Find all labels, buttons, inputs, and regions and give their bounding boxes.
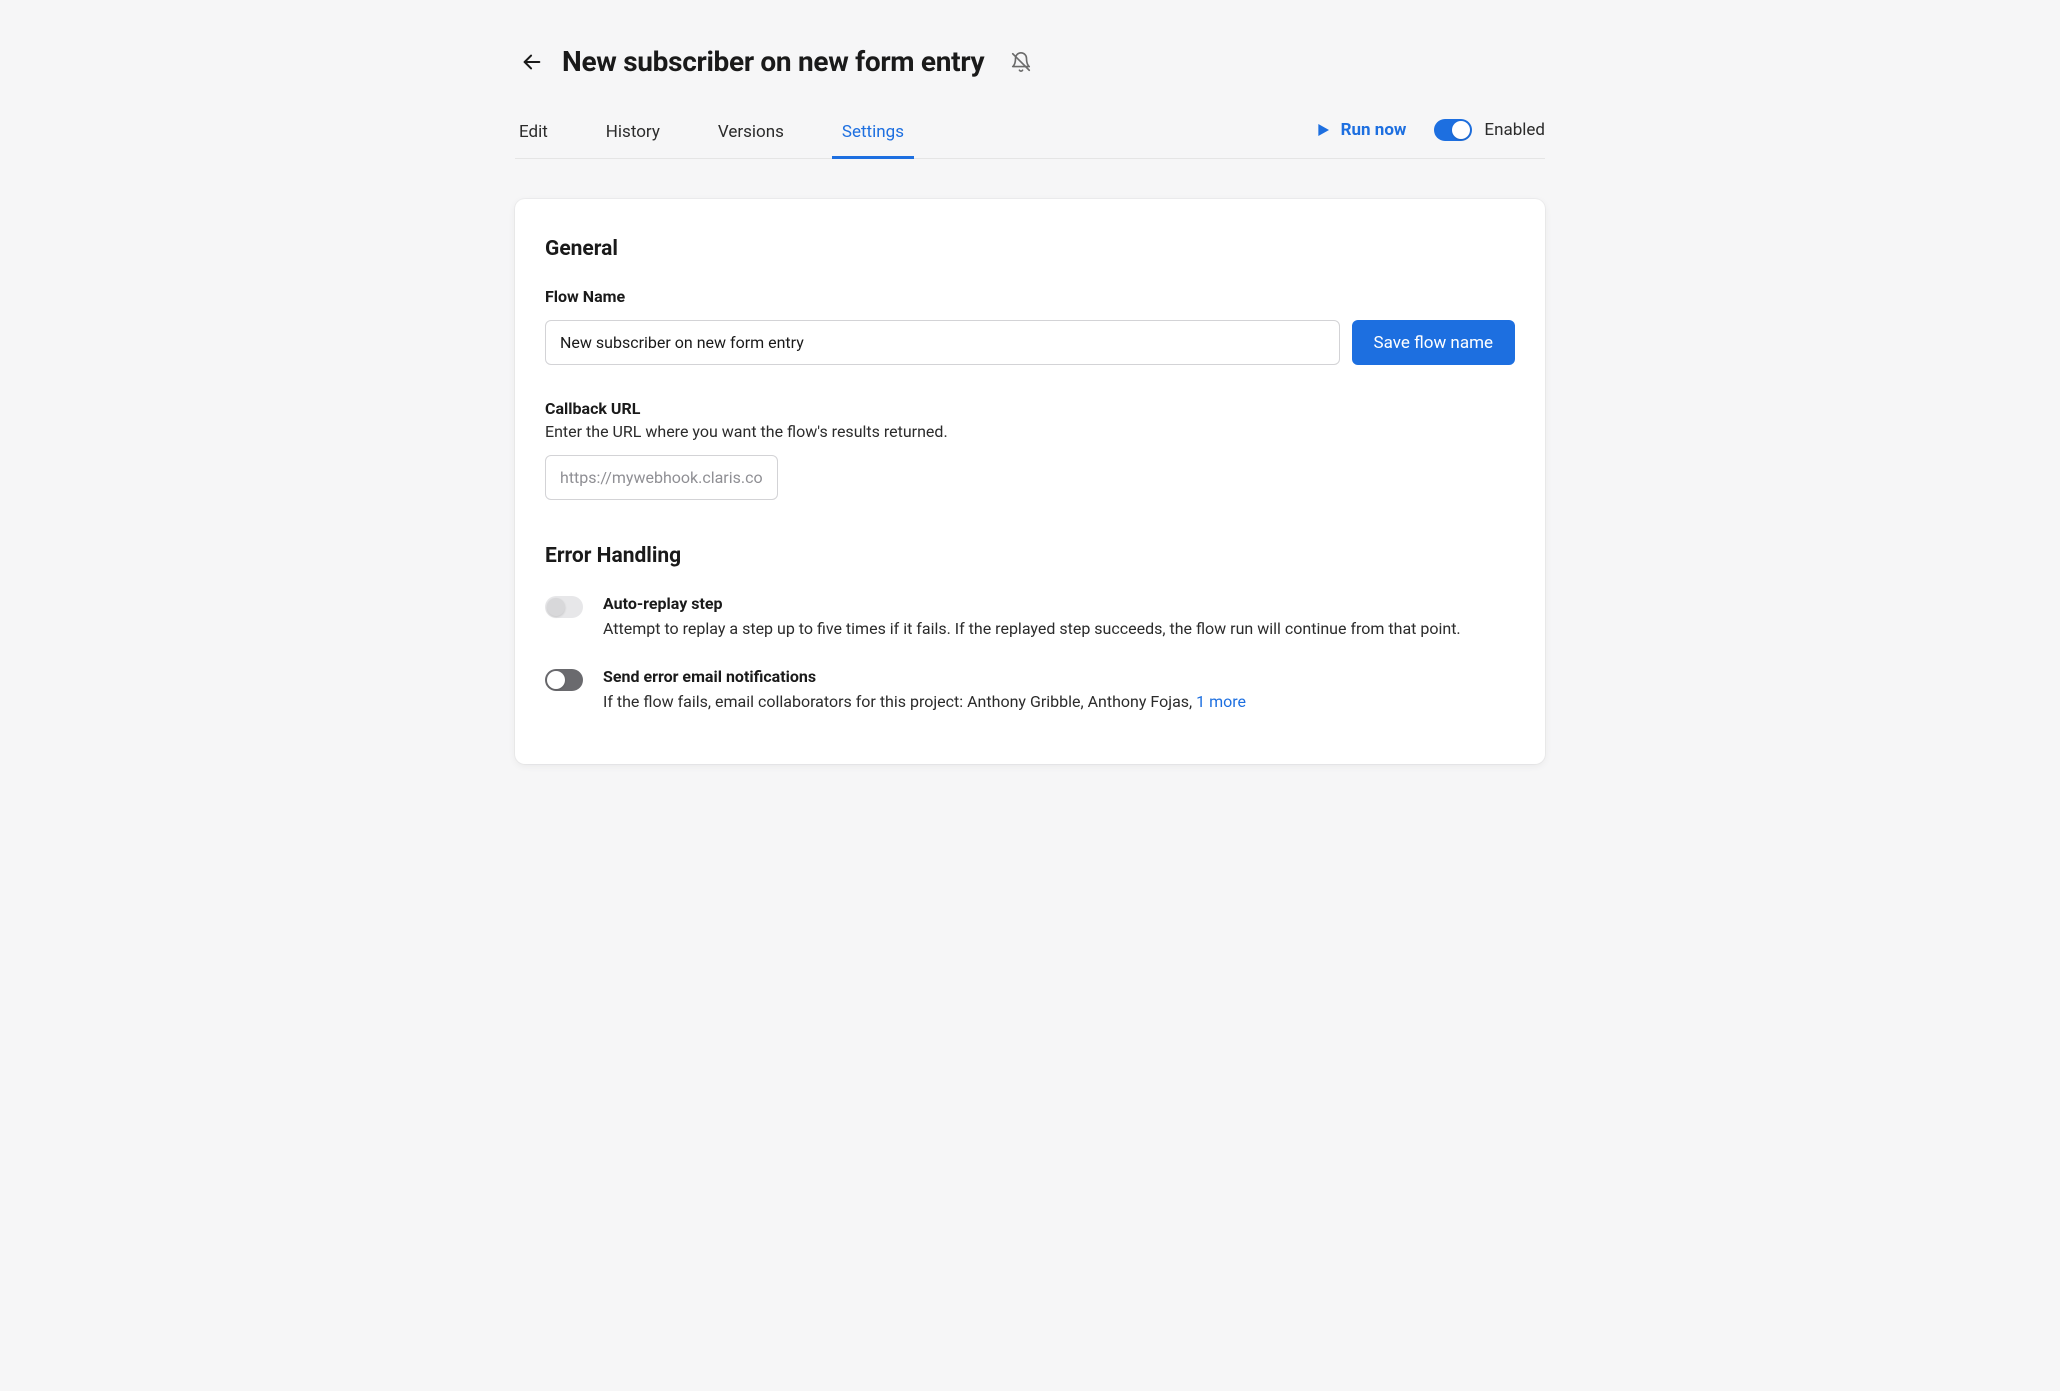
tab-edit[interactable]: Edit — [519, 112, 548, 158]
settings-card: General Flow Name Save flow name Callbac… — [515, 199, 1545, 764]
tab-settings[interactable]: Settings — [842, 112, 904, 158]
email-notify-more-link[interactable]: 1 more — [1196, 692, 1246, 711]
callback-url-hint: Enter the URL where you want the flow's … — [545, 422, 1515, 441]
bell-off-icon[interactable] — [1010, 51, 1032, 73]
auto-replay-toggle[interactable] — [545, 596, 583, 618]
email-notify-toggle[interactable] — [545, 669, 583, 691]
flow-name-input[interactable] — [545, 320, 1340, 365]
play-icon — [1315, 122, 1331, 138]
tab-versions[interactable]: Versions — [718, 112, 784, 158]
page-title: New subscriber on new form entry — [562, 45, 984, 78]
flow-name-label: Flow Name — [545, 287, 1515, 306]
enabled-toggle[interactable] — [1434, 119, 1472, 141]
tabs-bar: Edit History Versions Settings Run now E… — [515, 112, 1545, 159]
run-now-button[interactable]: Run now — [1315, 120, 1407, 140]
callback-url-input[interactable] — [545, 455, 778, 500]
email-notify-title: Send error email notifications — [603, 667, 1246, 686]
error-handling-section-title: Error Handling — [545, 544, 1515, 568]
auto-replay-desc: Attempt to replay a step up to five time… — [603, 617, 1461, 641]
callback-url-label: Callback URL — [545, 399, 1515, 418]
enabled-label: Enabled — [1484, 120, 1545, 140]
back-arrow-icon[interactable] — [520, 50, 544, 74]
auto-replay-title: Auto-replay step — [603, 594, 1461, 613]
general-section-title: General — [545, 237, 1515, 261]
email-notify-desc: If the flow fails, email collaborators f… — [603, 690, 1246, 714]
tab-history[interactable]: History — [606, 112, 660, 158]
run-now-label: Run now — [1341, 120, 1407, 140]
save-flow-name-button[interactable]: Save flow name — [1352, 320, 1515, 365]
